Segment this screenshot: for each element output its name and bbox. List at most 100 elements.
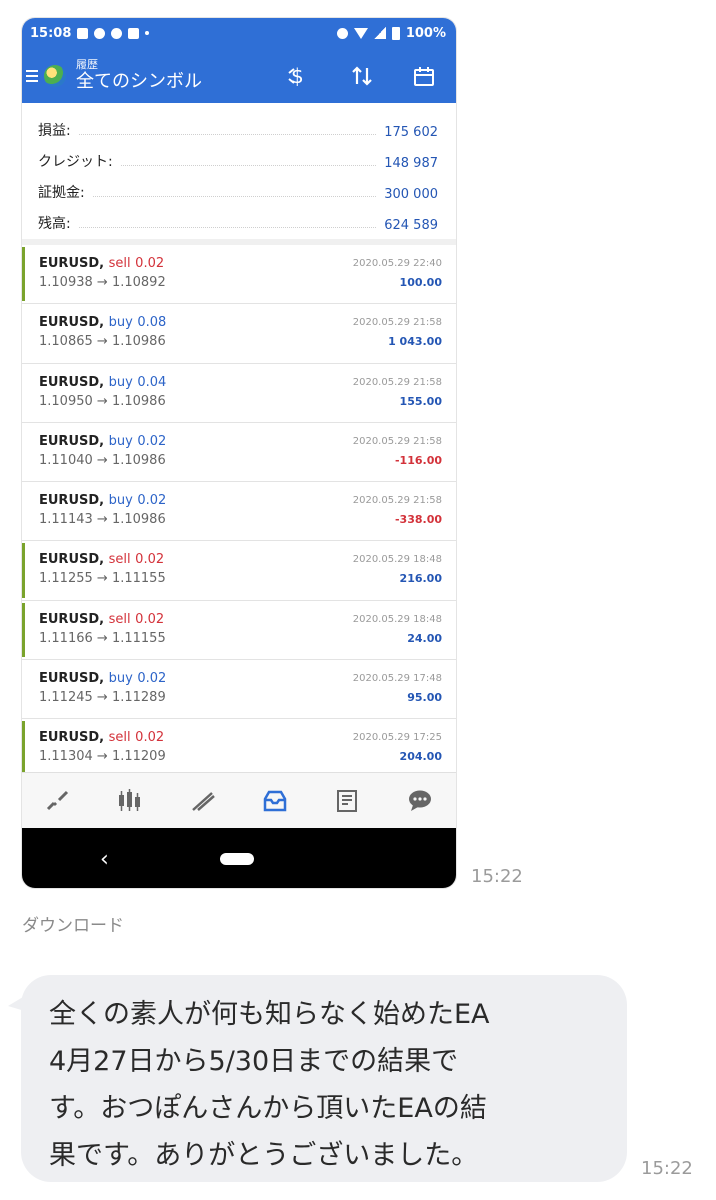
close-price: 1.10986 <box>111 452 166 468</box>
trade-profit: 216.00 <box>399 572 442 586</box>
trade-side: buy <box>108 374 133 390</box>
trade-profit: 100.00 <box>399 276 442 289</box>
trade-profit: 24.00 <box>407 631 442 645</box>
summary-value: 175 602 <box>384 125 438 140</box>
trade-result: 2020.05.29 21:58 155.00 <box>353 374 442 422</box>
trade-symbol: EURUSD, <box>39 374 105 390</box>
app-icon <box>128 27 140 39</box>
trade-title: EURUSD, sell 0.02 <box>39 729 166 747</box>
summary-row: 証拠金: 300 000 <box>38 171 438 202</box>
trade-row[interactable]: EURUSD, buy 0.08 1.10865 → 1.10986 2020.05… <box>22 304 456 364</box>
trade-profit: -338.00 <box>394 513 442 527</box>
price-arrow: → <box>96 452 108 468</box>
trade-row[interactable]: EURUSD, sell 0.02 1.11166 → 1.11155 2020.0… <box>22 601 456 661</box>
chat-icon[interactable] <box>405 786 435 816</box>
close-price: 1.11209 <box>111 749 166 765</box>
bottom-navigation <box>22 772 456 828</box>
trade-row[interactable]: EURUSD, buy 0.02 1.11040 → 1.10986 2020.05… <box>22 423 456 483</box>
summary-row: 損益: 175 602 <box>38 109 438 140</box>
trade-row[interactable]: EURUSD, buy 0.04 1.10950 → 1.10986 2020.05… <box>22 364 456 423</box>
more-notifications-icon <box>145 31 150 35</box>
trade-details: EURUSD, sell 0.02 1.11166 → 1.11155 <box>39 611 166 659</box>
page-subtitle: 履歴 <box>76 58 98 71</box>
back-chevron-icon[interactable]: ‹ <box>100 847 120 872</box>
open-price: 1.11166 <box>39 630 93 646</box>
chart-candles-icon[interactable] <box>115 786 145 816</box>
trade-title: EURUSD, sell 0.02 <box>39 255 166 273</box>
trade-title: EURUSD, buy 0.02 <box>39 433 166 451</box>
price-arrow: → <box>96 334 108 350</box>
trade-lots: 0.04 <box>137 374 167 390</box>
battery-icon <box>391 26 400 40</box>
price-arrow: → <box>96 393 108 409</box>
news-icon[interactable] <box>332 786 362 816</box>
page-title: 全てのシンボル <box>76 71 202 92</box>
trade-title: EURUSD, buy 0.02 <box>39 670 166 688</box>
trade-time: 2020.05.29 18:48 <box>352 613 442 625</box>
notification-icon <box>77 27 89 39</box>
download-link[interactable]: ダウンロード <box>22 911 124 936</box>
trade-symbol: EURUSD, <box>39 493 105 509</box>
system-navigation-bar: ‹ <box>22 828 456 888</box>
svg-text:$: $ <box>291 64 304 88</box>
summary-label: 証拠金: <box>38 185 85 201</box>
quotes-icon[interactable] <box>43 786 73 816</box>
close-price: 1.10986 <box>111 334 166 350</box>
trade-lots: 0.02 <box>135 611 165 627</box>
trade-prices: 1.10938 → 1.10892 <box>39 273 166 293</box>
trade-title: EURUSD, sell 0.02 <box>39 551 166 569</box>
trade-row[interactable]: EURUSD, sell 0.02 1.11255 → 1.11155 2020.0… <box>22 541 456 601</box>
trade-time: 2020.05.29 21:58 <box>352 317 442 329</box>
symbol-selector[interactable]: 履歴 全てのシンボル <box>76 58 258 93</box>
account-summary: 損益: 175 602 クレジット: 148 987 証拠金: 300 000 … <box>22 103 456 245</box>
trade-details: EURUSD, buy 0.02 1.11245 → 1.11289 <box>39 670 166 718</box>
calendar-icon[interactable] <box>404 58 444 94</box>
trade-icon[interactable] <box>188 786 218 816</box>
shared-screenshot-image[interactable]: 15:08 100% 履歴 全てのシンボル $ 損益: 175 602 クレジッ… <box>21 17 457 889</box>
trade-history-list: EURUSD, sell 0.02 1.10938 → 1.10892 2020.0… <box>22 245 456 779</box>
open-price: 1.10950 <box>39 393 93 409</box>
message-icon <box>111 27 123 39</box>
trade-time: 2020.05.29 21:58 <box>352 495 442 507</box>
open-price: 1.10938 <box>39 275 93 290</box>
trade-side: sell <box>108 552 131 568</box>
trade-result: 2020.05.29 21:58 -116.00 <box>353 433 442 481</box>
home-pill-icon[interactable] <box>220 853 254 865</box>
trade-time: 2020.05.29 18:48 <box>352 554 442 566</box>
price-arrow: → <box>96 630 108 646</box>
trade-symbol: EURUSD, <box>39 671 105 687</box>
trade-side: sell <box>108 256 131 271</box>
status-bar: 15:08 100% <box>22 18 456 48</box>
close-price: 1.11155 <box>111 630 166 646</box>
image-timestamp: 15:22 <box>471 866 523 887</box>
trade-profit: 1 043.00 <box>388 335 442 349</box>
sort-icon[interactable] <box>342 58 382 94</box>
trade-title: EURUSD, buy 0.08 <box>39 314 166 332</box>
trade-symbol: EURUSD, <box>39 433 105 449</box>
history-icon[interactable] <box>260 786 290 816</box>
trade-time: 2020.05.29 17:25 <box>352 732 442 744</box>
chat-message-bubble[interactable]: 全くの素人が何も知らなく始めたEA 4月27日から5/30日までの結果で す。お… <box>21 975 627 1182</box>
close-price: 1.11155 <box>111 571 166 587</box>
menu-icon[interactable] <box>26 69 38 82</box>
trade-row[interactable]: EURUSD, sell 0.02 1.10938 → 1.10892 2020.0… <box>22 245 456 305</box>
trade-profit: 155.00 <box>399 394 442 408</box>
trade-prices: 1.10865 → 1.10986 <box>39 332 166 352</box>
trade-time: 2020.05.29 17:48 <box>352 673 442 685</box>
trade-row[interactable]: EURUSD, sell 0.02 1.11304 → 1.11209 2020.0… <box>22 719 456 779</box>
trade-title: EURUSD, sell 0.02 <box>39 611 166 629</box>
trade-title: EURUSD, buy 0.02 <box>39 492 166 510</box>
dollar-sort-icon[interactable]: $ <box>280 58 320 94</box>
app-bar: 履歴 全てのシンボル $ <box>22 48 456 103</box>
price-arrow: → <box>96 571 108 587</box>
trade-side: buy <box>108 433 133 449</box>
trade-prices: 1.11304 → 1.11209 <box>39 747 166 767</box>
summary-label: 残高: <box>38 216 71 232</box>
trade-result: 2020.05.29 17:25 204.00 <box>353 729 442 777</box>
close-price: 1.11289 <box>111 690 166 706</box>
trade-profit: -116.00 <box>394 453 442 467</box>
trade-symbol: EURUSD, <box>39 552 105 568</box>
trade-row[interactable]: EURUSD, buy 0.02 1.11245 → 1.11289 2020.05… <box>22 660 456 720</box>
trade-row[interactable]: EURUSD, buy 0.02 1.11143 → 1.10986 2020.05… <box>22 482 456 542</box>
open-price: 1.11040 <box>39 452 93 468</box>
